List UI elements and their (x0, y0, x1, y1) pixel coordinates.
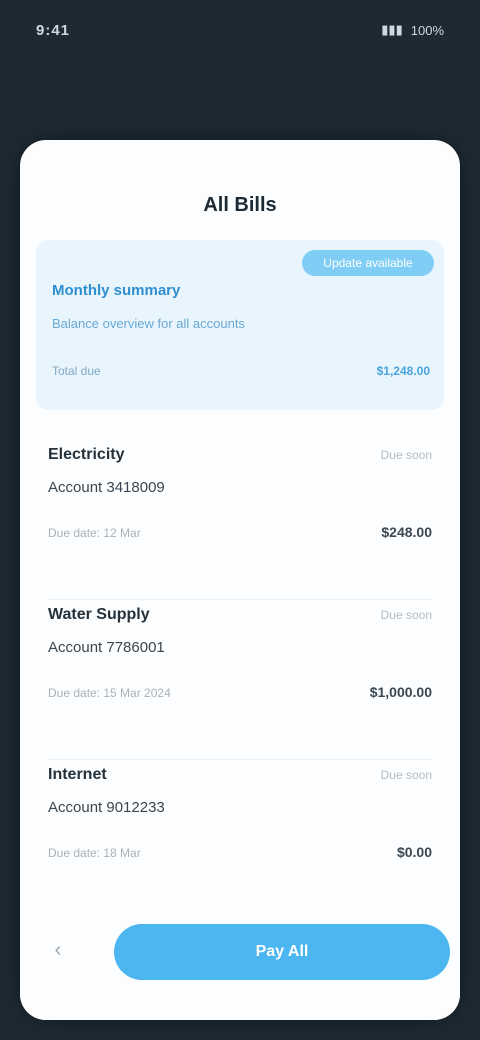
status-icons: ▮▮▮ 100% (381, 22, 444, 38)
summary-heading: Monthly summary (52, 282, 181, 299)
summary-total-row: Total due $1,248.00 (52, 364, 430, 378)
bill-title: Internet (48, 766, 107, 783)
bill-tag: Due soon (380, 768, 432, 782)
bill-item[interactable]: Water Supply Account 7786001 Due soon Du… (48, 600, 432, 760)
signal-icon: ▮▮▮ (381, 22, 403, 37)
bill-item[interactable]: Electricity Account 3418009 Due soon Due… (48, 440, 432, 600)
bill-tag: Due soon (380, 448, 432, 462)
bill-description: Account 9012233 (48, 799, 165, 816)
bottom-action-bar: ‹ Pay All (20, 900, 460, 1020)
bill-item[interactable]: Internet Account 9012233 Due soon Due da… (48, 760, 432, 920)
bill-tag: Due soon (380, 608, 432, 622)
bill-meta: Due date: 15 Mar 2024 (48, 686, 171, 700)
bill-description: Account 3418009 (48, 479, 165, 496)
bill-meta: Due date: 12 Mar (48, 526, 141, 540)
bill-title: Electricity (48, 446, 125, 463)
bill-meta: Due date: 18 Mar (48, 846, 141, 860)
bill-title: Water Supply (48, 606, 150, 623)
update-badge[interactable]: Update available (302, 250, 434, 276)
bill-list: Electricity Account 3418009 Due soon Due… (48, 440, 432, 920)
bill-description: Account 7786001 (48, 639, 165, 656)
summary-card[interactable]: Update available Monthly summary Balance… (36, 240, 444, 410)
sheet-title: All Bills (203, 194, 277, 216)
chevron-left-icon[interactable]: ‹ (44, 936, 72, 964)
bills-sheet: All Bills Update available Monthly summa… (20, 140, 460, 1020)
status-bar: 9:41 ▮▮▮ 100% (0, 0, 480, 60)
battery-icon: 100% (410, 22, 444, 38)
summary-subtext: Balance overview for all accounts (52, 316, 245, 331)
pay-all-button[interactable]: Pay All (114, 924, 450, 980)
bill-amount: $248.00 (381, 524, 432, 540)
bill-amount: $0.00 (396, 844, 432, 860)
status-time: 9:41 (36, 21, 71, 39)
summary-total-value: $1,248.00 (376, 364, 430, 378)
bill-amount: $1,000.00 (369, 684, 432, 700)
summary-total-label: Total due (52, 364, 101, 378)
